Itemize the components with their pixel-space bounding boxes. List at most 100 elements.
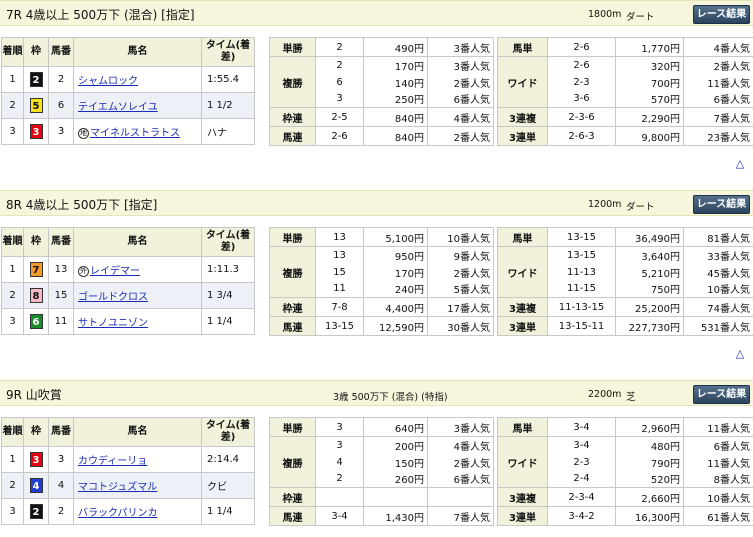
payout-row: 2 170円 3番人気 2-6 320円 2番人気 (269, 56, 753, 74)
horse-name-link[interactable]: テイエムソレイユ (78, 102, 158, 113)
finish-time: 1:11.3 (201, 256, 255, 283)
horse-name-cell: テイエムソレイユ (73, 92, 202, 119)
finish-time: 1 1/4 (201, 308, 255, 335)
race-conditions: 3歳 500万下 (混合) (特指) (333, 392, 448, 403)
payout-label-fukusho: 複勝 (269, 263, 316, 281)
payout-combo: 2 (315, 37, 364, 57)
race-header: 8R 4歳以上 500万下 [指定] 1200m ダート レース結果 (0, 190, 753, 216)
finish-row: 2 4 4 マコトジュズマル クビ (1, 472, 255, 499)
payout-amount: 2,960円 (615, 417, 684, 437)
payout-popularity: 23番人気 (683, 126, 753, 146)
payout-popularity: 33番人気 (683, 246, 753, 264)
race-surface: ダート (626, 12, 655, 23)
payout-label-sanrentan: 3連単 (497, 506, 548, 526)
payout-label-wide (497, 280, 548, 298)
payout-label-umatan: 馬単 (497, 227, 548, 247)
payout-combo: 3-4 (315, 506, 364, 526)
scroll-top-icon[interactable]: △ (733, 157, 747, 170)
payout-amount: 490円 (363, 37, 428, 57)
payout-amount: 170円 (363, 263, 428, 281)
payout-combo: 13 (315, 246, 364, 264)
payout-amount: 36,490円 (615, 227, 684, 247)
col-time-header: タイム(着差) (201, 227, 255, 257)
payout-row: 馬連 13-15 12,590円 30番人気 3連単 13-15-11 227,730円 53… (269, 316, 753, 336)
payout-combo: 3-4 (547, 417, 616, 437)
payout-label-tansho: 単勝 (269, 37, 316, 57)
payout-amount: 260円 (363, 470, 428, 488)
horse-name-link[interactable]: シャムロック (78, 76, 138, 87)
race-title: 9R 山吹賞 (6, 388, 62, 402)
waku-cell: 6 (23, 308, 49, 335)
payout-popularity: 3番人気 (427, 56, 494, 74)
finish-row: 2 8 15 ゴールドクロス 1 3/4 (1, 282, 255, 309)
payout-popularity: 4番人気 (427, 436, 494, 454)
finish-row: 3 6 11 サトノユニゾン 1 1/4 (1, 308, 255, 335)
waku-badge: 3 (29, 124, 43, 139)
payout-label-umaren: 馬連 (269, 506, 316, 526)
payout-row: 3 200円 4番人気 3-4 480円 6番人気 (269, 436, 753, 454)
finish-time: ハナ (201, 118, 255, 145)
payout-amount: 1,430円 (363, 506, 428, 526)
payout-popularity: 10番人気 (427, 227, 494, 247)
payout-combo: 11 (315, 280, 364, 298)
payout-combo: 2-5 (315, 107, 364, 127)
race-result-button[interactable]: レース結果 (693, 195, 750, 214)
waku-badge: 4 (29, 478, 43, 493)
payout-amount: 520円 (615, 470, 684, 488)
payout-combo: 2-6 (547, 56, 616, 74)
payout-popularity: 3番人気 (427, 37, 494, 57)
waku-badge: 7 (29, 262, 43, 277)
payout-combo: 3 (315, 417, 364, 437)
horse-name-link[interactable]: マイネルストラトス (90, 128, 180, 139)
horse-name-cell: シャムロック (73, 66, 202, 93)
horse-number: 2 (48, 66, 74, 93)
payout-popularity: 11番人気 (683, 73, 753, 91)
finish-row: 3 3 3 地マイネルストラトス ハナ (1, 118, 255, 145)
waku-cell: 3 (23, 118, 49, 145)
payout-combo: 2-4 (547, 470, 616, 488)
scroll-top-icon[interactable]: △ (733, 347, 747, 360)
horse-name-link[interactable]: レイデマー (90, 266, 140, 277)
finish-row: 1 3 3 カウディーリョ 2:14.4 (1, 446, 255, 473)
payout-combo: 2-3 (547, 73, 616, 91)
horse-name-link[interactable]: ゴールドクロス (78, 292, 148, 303)
payout-label-fukusho (269, 280, 316, 298)
payout-label-wide: ワイド (497, 263, 548, 281)
payout-amount: 140円 (363, 73, 428, 91)
payout-label-wakuren: 枠連 (269, 487, 316, 507)
horse-name-link[interactable]: サトノユニゾン (78, 318, 148, 329)
waku-cell: 5 (23, 92, 49, 119)
payout-amount: 3,640円 (615, 246, 684, 264)
finish-order-header: 着順 枠 馬番 馬名 タイム(着差) (1, 37, 255, 67)
col-time-header: タイム(着差) (201, 37, 255, 67)
finish-rank: 3 (1, 308, 24, 335)
payout-popularity: 6番人気 (427, 470, 494, 488)
payout-label-sanrentan: 3連単 (497, 126, 548, 146)
race-result-button[interactable]: レース結果 (693, 5, 750, 24)
horse-number: 15 (48, 282, 74, 309)
payout-label-tansho: 単勝 (269, 417, 316, 437)
horse-name-link[interactable]: バラックパリンカ (78, 508, 158, 519)
payout-amount: 790円 (615, 453, 684, 471)
payout-label-sanrenpuku: 3連複 (497, 297, 548, 317)
payout-combo: 15 (315, 263, 364, 281)
horse-name-link[interactable]: マコトジュズマル (78, 482, 157, 493)
waku-badge: 3 (29, 452, 43, 467)
race-distance: 1800m (588, 9, 622, 20)
payout-amount: 1,770円 (615, 37, 684, 57)
payout-popularity: 6番人気 (427, 90, 494, 108)
payout-popularity: 7番人気 (427, 506, 494, 526)
horse-number: 3 (48, 118, 74, 145)
payout-combo: 3 (315, 436, 364, 454)
payout-row: 複勝 6 140円 2番人気 ワイド 2-3 700円 11番人気 (269, 73, 753, 91)
payout-label-wakuren: 枠連 (269, 297, 316, 317)
horse-name-link[interactable]: カウディーリョ (78, 456, 147, 467)
payout-combo: 11-13 (547, 263, 616, 281)
payout-label-fukusho (269, 470, 316, 488)
payout-popularity: 7番人気 (683, 107, 753, 127)
horse-name-cell: マコトジュズマル (73, 472, 202, 499)
payout-popularity: 45番人気 (683, 263, 753, 281)
payout-label-sanrentan: 3連単 (497, 316, 548, 336)
finish-time: クビ (201, 472, 255, 499)
race-result-button[interactable]: レース結果 (693, 385, 750, 404)
